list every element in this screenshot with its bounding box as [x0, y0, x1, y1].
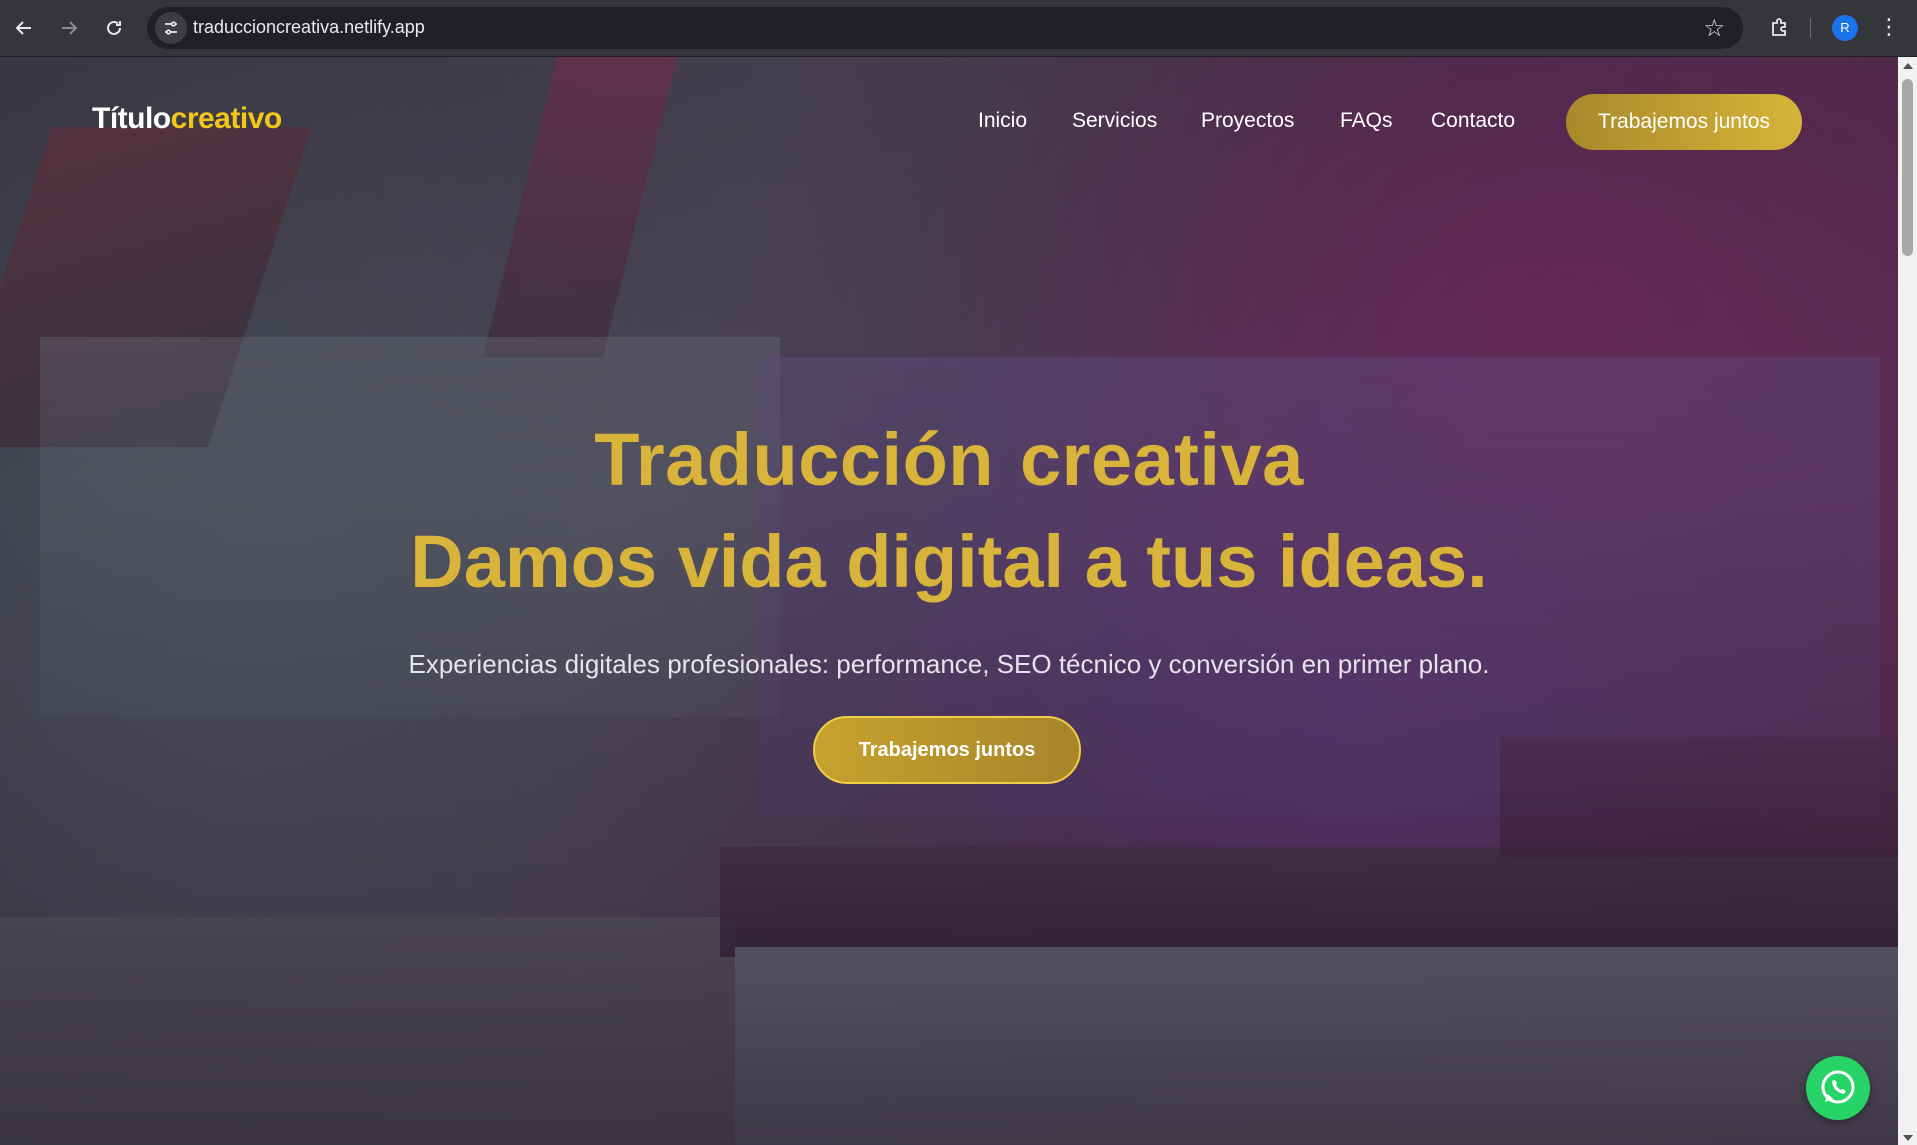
- logo-part-1: Título: [92, 102, 171, 135]
- background-block: [1500, 737, 1898, 857]
- hero-title: Traducción creativa: [0, 417, 1898, 502]
- nav-link-contacto[interactable]: Contacto: [1431, 109, 1515, 133]
- toolbar-divider: [1810, 18, 1811, 38]
- nav-link-proyectos[interactable]: Proyectos: [1201, 109, 1294, 133]
- bookmark-star-icon[interactable]: ☆: [1703, 13, 1725, 43]
- nav-link-servicios[interactable]: Servicios: [1072, 109, 1157, 133]
- browser-toolbar: traduccioncreativa.netlify.app ☆ R ⋮: [0, 0, 1917, 57]
- reload-icon: [107, 20, 121, 35]
- hero-title-word-2: creativa: [1019, 418, 1304, 501]
- scroll-down-arrow-icon[interactable]: [1903, 1135, 1913, 1141]
- more-menu-icon[interactable]: ⋮: [1876, 12, 1902, 44]
- whatsapp-button[interactable]: [1806, 1056, 1870, 1120]
- address-bar[interactable]: traduccioncreativa.netlify.app ☆: [147, 7, 1743, 49]
- url-text[interactable]: traduccioncreativa.netlify.app: [193, 17, 425, 38]
- site-info-icon[interactable]: [155, 12, 187, 44]
- site-logo[interactable]: Títulocreativo: [92, 102, 282, 136]
- page-scrollbar[interactable]: [1898, 57, 1917, 1145]
- header-cta-button[interactable]: Trabajemos juntos: [1566, 94, 1802, 150]
- forward-button[interactable]: [53, 12, 85, 44]
- hero-cta-button[interactable]: Trabajemos juntos: [813, 716, 1081, 784]
- hero-description: Experiencias digitales profesionales: pe…: [408, 649, 1490, 679]
- scroll-thumb[interactable]: [1902, 79, 1913, 256]
- arrow-right-icon: [62, 21, 78, 35]
- reload-button[interactable]: [98, 12, 130, 44]
- background-block: [735, 947, 1898, 1145]
- nav-link-inicio[interactable]: Inicio: [978, 109, 1027, 133]
- scroll-up-arrow-icon[interactable]: [1903, 63, 1913, 69]
- hero-title-word-1: Traducción: [594, 418, 994, 501]
- page-viewport: Títulocreativo Inicio Servicios Proyecto…: [0, 57, 1898, 1145]
- whatsapp-icon: [1821, 1070, 1855, 1104]
- background-block: [720, 847, 1898, 957]
- arrow-left-icon: [15, 21, 31, 35]
- profile-avatar[interactable]: R: [1832, 15, 1858, 41]
- nav-link-faqs[interactable]: FAQs: [1340, 109, 1393, 133]
- background-block: [0, 917, 735, 1145]
- background-block: [482, 57, 678, 357]
- logo-part-2: creativo: [170, 102, 283, 135]
- hero-subtitle: Damos vida digital a tus ideas.: [410, 520, 1488, 603]
- extensions-icon[interactable]: [1765, 12, 1795, 42]
- back-button[interactable]: [8, 12, 40, 44]
